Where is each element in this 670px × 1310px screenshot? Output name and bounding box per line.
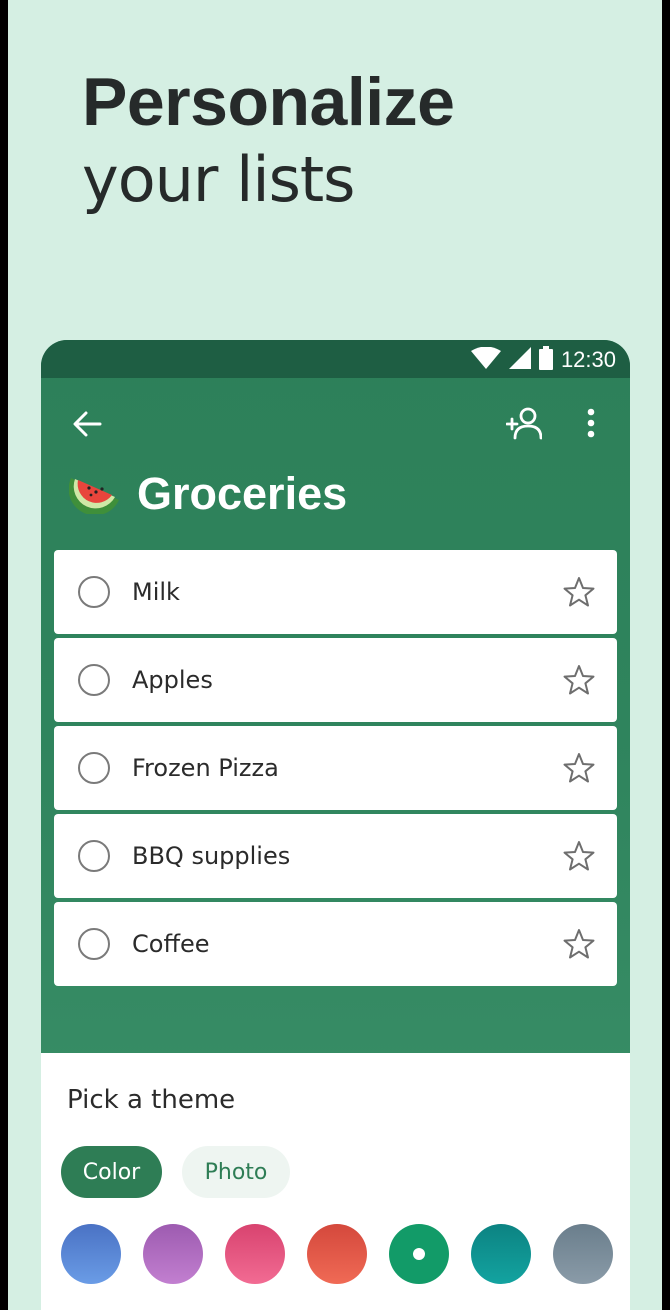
selected-indicator xyxy=(413,1248,425,1260)
more-vertical-icon xyxy=(587,408,595,442)
app-bar xyxy=(41,378,630,468)
task-checkbox[interactable] xyxy=(78,840,110,872)
swatch-blue[interactable] xyxy=(61,1224,121,1284)
star-icon[interactable] xyxy=(563,752,595,788)
task-list: Milk Apples Frozen Pizza BBQ supplies Co xyxy=(54,550,617,990)
promo-canvas: Personalize your lists 12:30 Groceries M… xyxy=(8,0,662,1310)
tab-color[interactable]: Color xyxy=(61,1146,162,1198)
status-bar: 12:30 xyxy=(41,340,630,378)
tab-photo[interactable]: Photo xyxy=(182,1146,290,1198)
more-options-button[interactable] xyxy=(571,400,611,450)
task-item[interactable]: Coffee xyxy=(54,902,617,986)
task-item[interactable]: Apples xyxy=(54,638,617,722)
star-icon[interactable] xyxy=(563,576,595,612)
task-checkbox[interactable] xyxy=(78,928,110,960)
task-label: Milk xyxy=(132,578,180,606)
star-icon[interactable] xyxy=(563,928,595,964)
battery-icon xyxy=(538,346,553,374)
theme-sheet-title: Pick a theme xyxy=(67,1085,236,1115)
swatch-red[interactable] xyxy=(307,1224,367,1284)
headline-line-1: Personalize xyxy=(82,64,455,140)
task-label: Coffee xyxy=(132,930,210,958)
task-checkbox[interactable] xyxy=(78,664,110,696)
signal-icon xyxy=(508,347,531,373)
watermelon-icon xyxy=(68,470,123,518)
swatch-gray[interactable] xyxy=(553,1224,613,1284)
back-button[interactable] xyxy=(65,404,109,448)
wifi-icon xyxy=(470,346,501,373)
task-label: Apples xyxy=(132,666,213,694)
status-time: 12:30 xyxy=(560,347,616,372)
task-checkbox[interactable] xyxy=(78,752,110,784)
star-icon[interactable] xyxy=(563,840,595,876)
theme-picker-sheet: Pick a theme Color Photo xyxy=(41,1053,630,1310)
task-item[interactable]: Frozen Pizza xyxy=(54,726,617,810)
swatch-teal[interactable] xyxy=(471,1224,531,1284)
swatch-green[interactable] xyxy=(389,1224,449,1284)
headline-line-2: your lists xyxy=(82,143,355,216)
share-list-button[interactable] xyxy=(499,400,549,450)
task-item[interactable]: BBQ supplies xyxy=(54,814,617,898)
phone-screen: 12:30 Groceries Milk Apples Frozen Pizza… xyxy=(41,340,630,1310)
list-title: Groceries xyxy=(137,468,348,519)
list-header: Groceries xyxy=(68,468,348,520)
task-label: BBQ supplies xyxy=(132,842,291,870)
task-checkbox[interactable] xyxy=(78,576,110,608)
star-icon[interactable] xyxy=(563,664,595,700)
swatch-pink[interactable] xyxy=(225,1224,285,1284)
add-person-icon xyxy=(505,406,543,444)
swatch-purple[interactable] xyxy=(143,1224,203,1284)
back-arrow-icon xyxy=(72,411,102,441)
task-item[interactable]: Milk xyxy=(54,550,617,634)
promo-headline: Personalize your lists xyxy=(82,62,455,218)
task-label: Frozen Pizza xyxy=(132,754,279,782)
